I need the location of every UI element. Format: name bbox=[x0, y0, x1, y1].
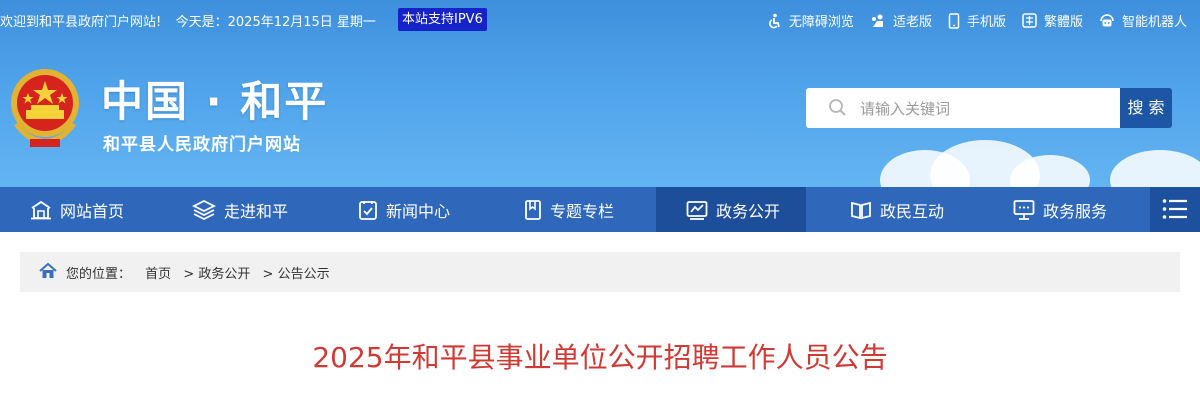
nav-menu-button[interactable] bbox=[1150, 187, 1200, 232]
breadcrumb-trail: 您的位置： 首页 > 政务公开 > 公告公示 bbox=[66, 263, 330, 282]
elderly-mode-link[interactable]: 适老版 bbox=[870, 11, 932, 30]
nav-item-topics[interactable]: 专题专栏 bbox=[524, 187, 614, 232]
date-text: 今天是：2025年12月15日 星期一 bbox=[175, 15, 376, 30]
traditional-chinese-label: 繁體版 bbox=[1043, 15, 1083, 30]
nav-item-about[interactable]: 走进和平 bbox=[192, 187, 288, 232]
top-links: 无障碍浏览 适老版 手机版 繁體版 智能机器人 bbox=[750, 11, 1187, 30]
accessibility-icon bbox=[768, 13, 780, 28]
article-title: 2025年和平县事业单位公开招聘工作人员公告 bbox=[312, 341, 888, 374]
robot-link[interactable]: 智能机器人 bbox=[1099, 11, 1187, 30]
mobile-icon bbox=[948, 12, 960, 29]
search-icon bbox=[829, 99, 846, 116]
home-icon bbox=[31, 200, 51, 219]
breadcrumb-separator: > bbox=[262, 267, 274, 282]
cloud-decoration bbox=[1110, 150, 1200, 187]
elderly-icon bbox=[871, 14, 883, 27]
chart-icon bbox=[686, 200, 708, 220]
nav-label: 新闻中心 bbox=[386, 201, 451, 221]
nav-label: 政务服务 bbox=[1043, 201, 1108, 221]
home-icon bbox=[39, 262, 57, 278]
nav-label: 政民互动 bbox=[880, 201, 945, 221]
robot-icon bbox=[1100, 13, 1114, 26]
monitor-icon bbox=[1013, 199, 1035, 220]
accessibility-label: 无障碍浏览 bbox=[788, 15, 854, 30]
nav-item-interaction[interactable]: 政民互动 bbox=[850, 187, 944, 232]
breadcrumb: 您的位置： 首页 > 政务公开 > 公告公示 bbox=[20, 252, 1180, 292]
site-title: 中国 · 和平 bbox=[101, 77, 329, 126]
nav-label: 政务公开 bbox=[716, 201, 781, 221]
ipv6-badge[interactable]: 本站支持IPV6 bbox=[398, 8, 487, 31]
site-subtitle: 和平县人民政府门户网站 bbox=[103, 135, 301, 155]
nav-item-gov-affairs[interactable]: 政务公开 bbox=[686, 187, 780, 232]
robot-label: 智能机器人 bbox=[1121, 15, 1187, 30]
mobile-version-label: 手机版 bbox=[966, 15, 1006, 30]
nav-label: 专题专栏 bbox=[550, 201, 615, 221]
traditional-chinese-icon bbox=[1022, 13, 1037, 28]
national-emblem-icon[interactable] bbox=[6, 65, 84, 151]
nav-label: 网站首页 bbox=[60, 201, 125, 221]
nav-item-services[interactable]: 政务服务 bbox=[1013, 187, 1107, 232]
breadcrumb-separator: > bbox=[183, 267, 195, 282]
welcome-text: 欢迎到和平县政府门户网站! 今天是：2025年12月15日 星期一 bbox=[0, 11, 378, 30]
bookmark-icon bbox=[525, 199, 541, 220]
search-box bbox=[806, 88, 1120, 130]
search-button[interactable]: 搜 索 bbox=[1120, 88, 1172, 128]
main-nav: 网站首页 走进和平 新闻中心 专题专栏 政务公开 政民互动 政务服务 bbox=[0, 187, 1200, 232]
accessibility-link[interactable]: 无障碍浏览 bbox=[766, 11, 854, 30]
traditional-chinese-link[interactable]: 繁體版 bbox=[1022, 11, 1083, 30]
menu-icon bbox=[1162, 199, 1187, 219]
breadcrumb-gov-affairs[interactable]: 政务公开 bbox=[198, 267, 250, 282]
elderly-mode-label: 适老版 bbox=[892, 15, 932, 30]
welcome-message: 欢迎到和平县政府门户网站! bbox=[0, 15, 162, 30]
mobile-version-link[interactable]: 手机版 bbox=[948, 11, 1006, 30]
nav-item-news[interactable]: 新闻中心 bbox=[358, 187, 450, 232]
layers-icon bbox=[192, 199, 216, 220]
breadcrumb-announcements[interactable]: 公告公示 bbox=[278, 267, 330, 282]
breadcrumb-home[interactable]: 首页 bbox=[145, 267, 171, 282]
nav-label: 走进和平 bbox=[224, 201, 289, 221]
breadcrumb-prefix: 您的位置： bbox=[66, 267, 132, 282]
news-icon bbox=[359, 200, 377, 220]
top-bar: 欢迎到和平县政府门户网站! 今天是：2025年12月15日 星期一 本站支持IP… bbox=[0, 0, 1200, 40]
nav-item-home[interactable]: 网站首页 bbox=[30, 187, 124, 232]
search-input[interactable] bbox=[858, 88, 1112, 130]
book-open-icon bbox=[851, 201, 871, 219]
